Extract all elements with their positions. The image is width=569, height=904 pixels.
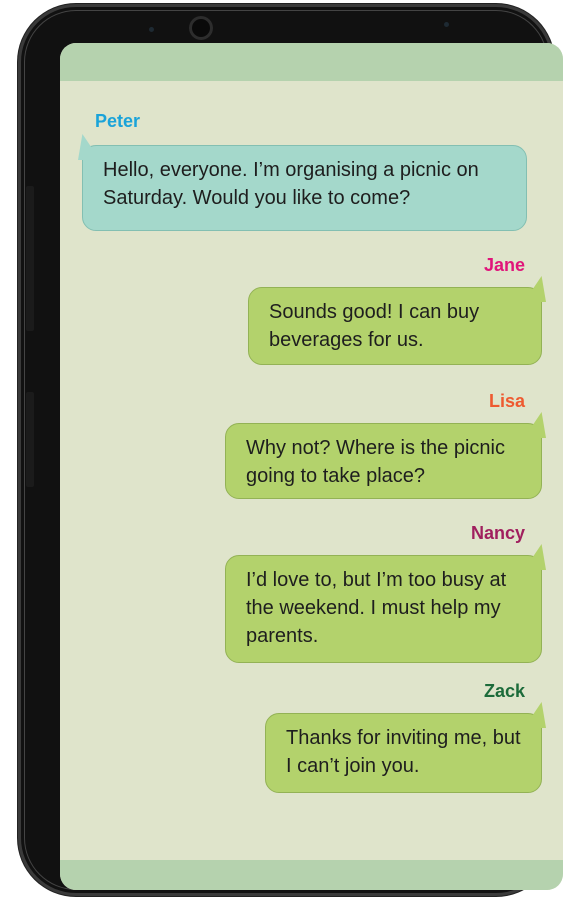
volume-button	[26, 186, 34, 331]
phone-frame: Peter Hello, everyone. I’m organising a …	[18, 4, 563, 896]
sender-name-peter: Peter	[95, 111, 141, 131]
message-text: I’d love to, but I’m too busy at the wee…	[246, 569, 507, 647]
message-bubble-lisa[interactable]: Why not? Where is the picnic going to ta…	[225, 423, 542, 499]
sensor-icon	[149, 27, 154, 32]
chat-screen: Peter Hello, everyone. I’m organising a …	[60, 43, 563, 890]
message-text: Sounds good! I can buy beverages for us.	[269, 301, 480, 351]
message-bubble-peter[interactable]: Hello, everyone. I’m organising a picnic…	[82, 145, 527, 231]
sender-name-zack: Zack	[483, 681, 525, 701]
bottom-bar	[60, 860, 563, 890]
message-text: Why not? Where is the picnic going to ta…	[246, 437, 505, 487]
sender-name-nancy: Nancy	[470, 523, 525, 543]
sender-name-jane: Jane	[483, 255, 525, 275]
message-bubble-zack[interactable]: Thanks for inviting me, but I can’t join…	[265, 713, 542, 793]
sender-name-lisa: Lisa	[488, 391, 525, 411]
top-bar	[60, 43, 563, 81]
front-camera-icon	[189, 16, 213, 40]
sensor-icon	[444, 22, 449, 27]
power-button	[26, 392, 34, 487]
message-text: Hello, everyone. I’m organising a picnic…	[103, 159, 479, 209]
message-bubble-nancy[interactable]: I’d love to, but I’m too busy at the wee…	[225, 555, 542, 663]
message-text: Thanks for inviting me, but I can’t join…	[286, 727, 521, 777]
message-bubble-jane[interactable]: Sounds good! I can buy beverages for us.	[248, 287, 542, 365]
